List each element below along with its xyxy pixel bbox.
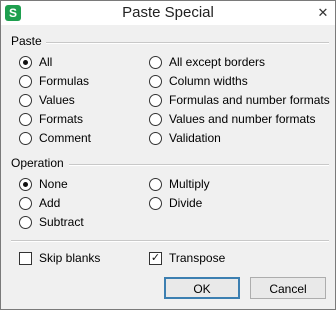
radio-button-icon[interactable] <box>19 55 32 69</box>
radio-button-icon[interactable] <box>149 112 162 126</box>
radio-button-icon[interactable] <box>19 196 32 210</box>
operation-option-add[interactable]: Add <box>19 195 60 211</box>
operation-option-label: Add <box>39 196 61 210</box>
dialog-title: Paste Special <box>122 4 214 21</box>
paste-separator <box>46 42 329 44</box>
radio-button-icon[interactable] <box>19 93 32 107</box>
radio-button-icon[interactable] <box>149 177 162 191</box>
paste-option-label: All except borders <box>169 55 266 69</box>
paste-option-validation[interactable]: Validation <box>149 130 221 146</box>
paste-option-label: Values and number formats <box>169 112 316 126</box>
operation-group-label: Operation <box>11 156 64 170</box>
paste-option-formats[interactable]: Formats <box>19 111 83 127</box>
skip-blanks-checkbox[interactable]: Skip blanks <box>19 250 100 266</box>
paste-option-label: Formulas <box>39 74 90 88</box>
paste-option-formulas[interactable]: Formulas <box>19 73 89 89</box>
paste-option-label: Formats <box>39 112 84 126</box>
operation-option-divide[interactable]: Divide <box>149 195 202 211</box>
paste-option-formulas-and-number-formats[interactable]: Formulas and number formats <box>149 92 330 108</box>
operation-separator <box>69 164 329 166</box>
radio-button-icon[interactable] <box>149 74 162 88</box>
radio-button-icon[interactable] <box>19 112 32 126</box>
paste-option-label: Comment <box>39 131 92 145</box>
checkmark-icon[interactable]: ✓ <box>149 251 162 265</box>
paste-option-label: Column widths <box>169 74 248 88</box>
transpose-label: Transpose <box>169 251 226 265</box>
operation-option-multiply[interactable]: Multiply <box>149 176 210 192</box>
radio-button-icon[interactable] <box>19 215 32 229</box>
operation-option-label: Multiply <box>169 177 210 191</box>
paste-option-label: Values <box>39 93 75 107</box>
cancel-button[interactable]: Cancel <box>250 277 326 299</box>
title-bar[interactable]: S Paste Special ✕ <box>1 1 335 25</box>
radio-button-icon[interactable] <box>149 93 162 107</box>
paste-option-all[interactable]: All <box>19 54 52 70</box>
operation-option-label: Divide <box>169 196 203 210</box>
paste-option-values-and-number-formats[interactable]: Values and number formats <box>149 111 316 127</box>
radio-button-icon[interactable] <box>19 177 32 191</box>
radio-button-icon[interactable] <box>149 55 162 69</box>
operation-option-label: Subtract <box>39 215 84 229</box>
paste-option-comment[interactable]: Comment <box>19 130 91 146</box>
paste-option-values[interactable]: Values <box>19 92 75 108</box>
paste-option-all-except-borders[interactable]: All except borders <box>149 54 265 70</box>
ok-button[interactable]: OK <box>164 277 240 299</box>
checkbox-icon[interactable] <box>19 251 32 265</box>
transpose-checkbox[interactable]: ✓ Transpose <box>149 250 225 266</box>
close-icon[interactable]: ✕ <box>315 5 331 21</box>
radio-button-icon[interactable] <box>149 196 162 210</box>
paste-special-dialog: S Paste Special ✕ Paste All Formulas Val… <box>0 0 336 310</box>
radio-button-icon[interactable] <box>19 74 32 88</box>
checkbox-separator <box>11 240 329 242</box>
operation-option-subtract[interactable]: Subtract <box>19 214 84 230</box>
operation-option-none[interactable]: None <box>19 176 68 192</box>
radio-button-icon[interactable] <box>149 131 162 145</box>
paste-option-label: Formulas and number formats <box>169 93 330 107</box>
paste-option-label: All <box>39 55 53 69</box>
operation-option-label: None <box>39 177 68 191</box>
paste-option-label: Validation <box>169 131 221 145</box>
paste-group-label: Paste <box>11 34 42 48</box>
radio-button-icon[interactable] <box>19 131 32 145</box>
paste-option-column-widths[interactable]: Column widths <box>149 73 248 89</box>
skip-blanks-label: Skip blanks <box>39 251 101 265</box>
